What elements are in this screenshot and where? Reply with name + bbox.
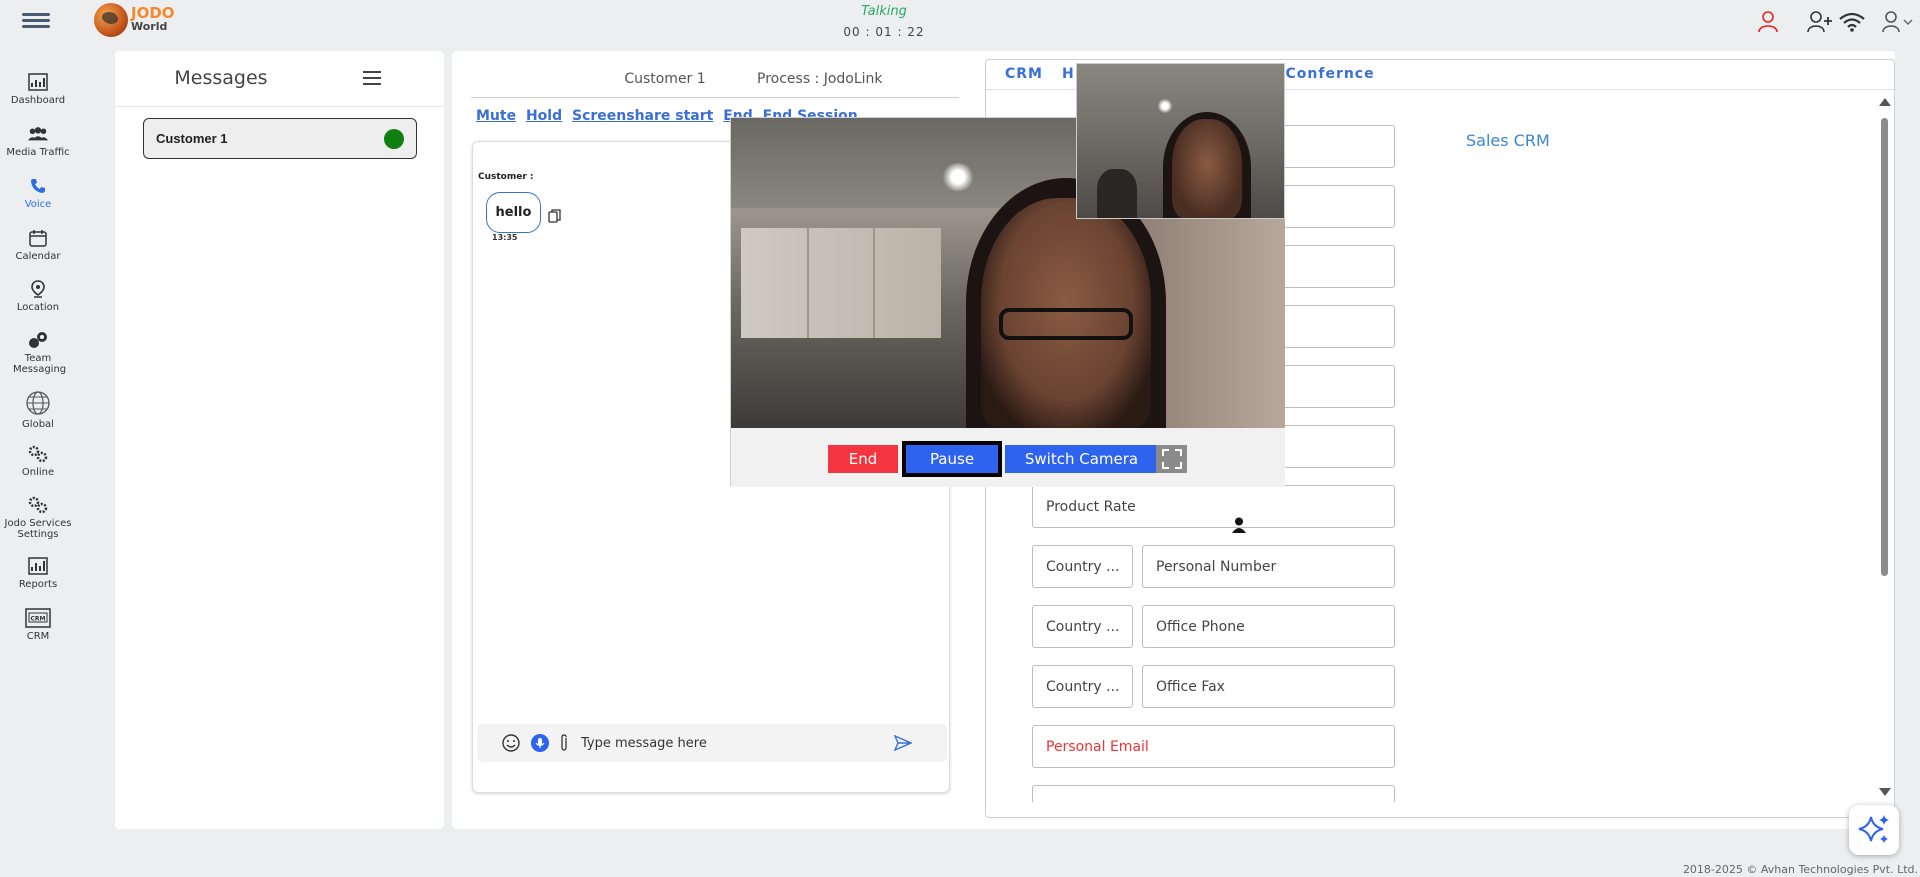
crm-form-title: Sales CRM	[1466, 131, 1550, 150]
top-bar: JODO World Talking 00 : 01 : 22	[0, 0, 1920, 44]
nav-label: Global	[22, 419, 54, 430]
personal-email-field[interactable]	[1032, 725, 1395, 768]
footer-copyright: 2018-2025 © Avhan Technologies Pvt. Ltd.	[1682, 863, 1918, 876]
nav-media-traffic[interactable]: Media Traffic	[0, 124, 76, 158]
conversation-item-customer-1[interactable]: Customer 1	[143, 118, 417, 159]
ai-assistant-button[interactable]	[1849, 805, 1899, 855]
reports-icon	[27, 556, 49, 576]
tab-crm[interactable]: CRM	[1005, 66, 1043, 82]
nav-jodo-services-settings[interactable]: Jodo Services Settings	[0, 495, 76, 540]
nav-dashboard[interactable]: Dashboard	[0, 72, 76, 106]
local-video-preview	[1076, 63, 1285, 219]
nav-team-messaging[interactable]: Team Messaging	[0, 330, 76, 375]
message-input[interactable]	[581, 732, 881, 754]
nav-label: Team Messaging	[13, 353, 67, 375]
mute-link[interactable]: Mute	[476, 108, 516, 124]
nav-reports[interactable]: Reports	[0, 556, 76, 590]
messages-panel: Messages Customer 1	[115, 51, 444, 829]
wifi-icon	[1838, 8, 1866, 36]
phone-icon	[27, 176, 49, 196]
svg-text:CRM: CRM	[31, 616, 46, 623]
personal-number-field[interactable]	[1142, 545, 1395, 588]
user-status-icon[interactable]	[1754, 8, 1782, 36]
emoji-icon[interactable]	[501, 733, 521, 753]
call-status: Talking	[861, 4, 907, 19]
users-icon	[27, 124, 49, 144]
attachment-icon[interactable]	[557, 733, 571, 753]
message-timestamp: 13:35	[492, 233, 518, 242]
crm-field-partial[interactable]	[1032, 785, 1395, 802]
country-code-select[interactable]	[1032, 665, 1133, 708]
crm-icon: CRM	[25, 608, 51, 628]
person-icon	[1232, 517, 1246, 533]
nav-location[interactable]: Location	[0, 279, 76, 313]
chat-customer-name: Customer 1	[624, 71, 706, 87]
nav-global[interactable]: Global	[0, 390, 76, 430]
pause-video-button[interactable]: Pause	[902, 441, 1002, 477]
profile-menu-icon[interactable]	[1880, 8, 1916, 36]
end-video-button[interactable]: End	[828, 445, 898, 473]
hold-link[interactable]: Hold	[526, 108, 562, 124]
dashboard-icon	[27, 72, 49, 92]
sparkle-icon	[1858, 815, 1889, 843]
nav-label: Location	[16, 302, 60, 313]
video-call-window: End Pause Switch Camera	[730, 63, 1285, 487]
nav-online[interactable]: Online	[0, 444, 76, 478]
product-rate-field[interactable]	[1032, 485, 1395, 528]
copy-icon[interactable]	[548, 208, 561, 223]
divider	[471, 97, 959, 98]
team-messaging-icon	[27, 330, 49, 350]
office-phone-field[interactable]	[1142, 605, 1395, 648]
switch-camera-button[interactable]: Switch Camera	[1005, 445, 1158, 473]
send-icon[interactable]	[893, 733, 913, 753]
nav-voice[interactable]: Voice	[0, 176, 76, 210]
calendar-icon	[27, 228, 49, 248]
country-code-select[interactable]	[1032, 605, 1133, 648]
call-timer: 00 : 01 : 22	[843, 25, 925, 39]
office-fax-field[interactable]	[1142, 665, 1395, 708]
nav-crm[interactable]: CRM CRM	[0, 608, 76, 642]
nav-label: Media Traffic	[6, 147, 70, 158]
conversation-name: Customer 1	[156, 131, 228, 146]
message-bubble: hello	[486, 192, 541, 233]
gears-icon	[27, 444, 49, 464]
gears-icon	[27, 495, 49, 515]
divider	[115, 106, 444, 107]
nav-label: Voice	[24, 199, 52, 210]
location-icon	[27, 279, 49, 299]
messages-menu-icon[interactable]	[363, 71, 381, 85]
screenshare-start-link[interactable]: Screenshare start	[572, 108, 713, 124]
add-user-icon[interactable]	[1806, 8, 1834, 36]
nav-label: Online	[21, 467, 55, 478]
nav-label: Jodo Services Settings	[4, 518, 72, 540]
fullscreen-icon[interactable]	[1156, 445, 1187, 473]
scroll-up-icon[interactable]	[1879, 98, 1891, 106]
scrollbar-thumb[interactable]	[1881, 118, 1888, 576]
nav-calendar[interactable]: Calendar	[0, 228, 76, 262]
globe-icon	[24, 390, 52, 416]
video-controls: End Pause Switch Camera	[731, 428, 1285, 487]
online-status-dot	[384, 129, 404, 149]
messages-title: Messages	[174, 67, 268, 89]
nav-label: CRM	[26, 631, 50, 642]
country-code-select[interactable]	[1032, 545, 1133, 588]
message-sender: Customer :	[478, 172, 534, 182]
chat-process-name: Process : JodoLink	[757, 71, 883, 87]
message-composer	[477, 724, 947, 762]
nav-label: Calendar	[15, 251, 61, 262]
nav-label: Reports	[18, 579, 58, 590]
tab-h[interactable]: H	[1062, 66, 1075, 82]
microphone-icon[interactable]	[530, 733, 550, 753]
crm-scrollbar[interactable]	[1879, 98, 1891, 806]
nav-label: Dashboard	[10, 95, 66, 106]
scroll-down-icon[interactable]	[1879, 788, 1891, 796]
